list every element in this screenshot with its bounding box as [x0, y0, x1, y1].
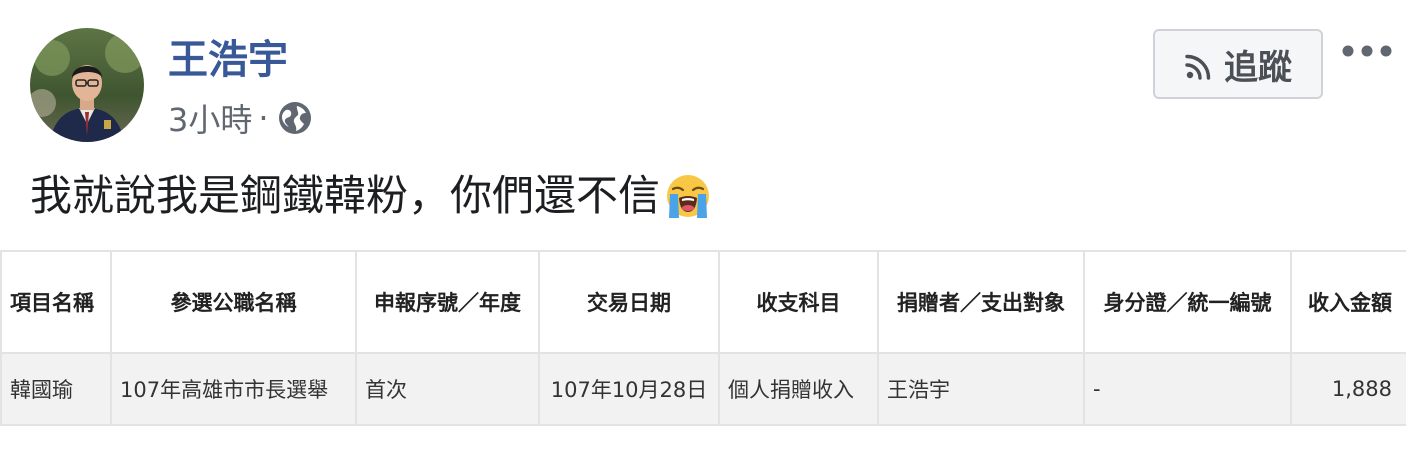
column-header: 收支科目 — [718, 250, 879, 354]
table-header-row: 項目名稱 參選公職名稱 申報序號／年度 交易日期 收支科目 捐贈者／支出對象 身… — [0, 250, 1406, 354]
more-options-button[interactable] — [1340, 36, 1394, 66]
table-cell: - — [1083, 352, 1292, 426]
table-bottom-fade — [0, 432, 1406, 450]
rss-icon — [1184, 50, 1212, 80]
post-text: 我就說我是鋼鐵韓粉，你們還不信 — [30, 171, 661, 220]
author-avatar[interactable] — [30, 28, 144, 142]
column-header: 收入金額 — [1290, 250, 1406, 354]
post-message: 我就說我是鋼鐵韓粉，你們還不信 — [30, 166, 712, 226]
post-time[interactable]: 3小時 — [168, 95, 252, 141]
table-cell: 韓國瑜 — [0, 352, 112, 426]
table-row: 韓國瑜 107年高雄市市長選舉 首次 107年10月28日 個人捐贈收入 王浩宇… — [0, 352, 1406, 426]
column-header: 捐贈者／支出對象 — [877, 250, 1085, 354]
column-header: 申報序號／年度 — [355, 250, 540, 354]
column-header: 身分證／統一編號 — [1083, 250, 1292, 354]
table-cell: 107年10月28日 — [538, 352, 720, 426]
author-name[interactable]: 王浩宇 — [168, 34, 288, 86]
table-cell: 首次 — [355, 352, 540, 426]
loudly-crying-face-emoji — [664, 172, 712, 220]
table-cell: 1,888 — [1290, 352, 1406, 426]
follow-button[interactable]: 追蹤 — [1153, 29, 1323, 99]
follow-label: 追蹤 — [1224, 47, 1292, 88]
table-cell: 王浩宇 — [877, 352, 1085, 426]
table-cell: 107年高雄市市長選舉 — [110, 352, 357, 426]
column-header: 項目名稱 — [0, 250, 112, 354]
table-cell: 個人捐贈收入 — [718, 352, 879, 426]
globe-icon[interactable] — [277, 100, 313, 136]
post-meta: 3小時 · — [168, 96, 313, 140]
donation-record-table: 項目名稱 參選公職名稱 申報序號／年度 交易日期 收支科目 捐贈者／支出對象 身… — [0, 250, 1406, 426]
more-dots-icon — [1342, 45, 1392, 57]
column-header: 參選公職名稱 — [110, 250, 357, 354]
meta-separator: · — [258, 99, 269, 137]
column-header: 交易日期 — [538, 250, 720, 354]
